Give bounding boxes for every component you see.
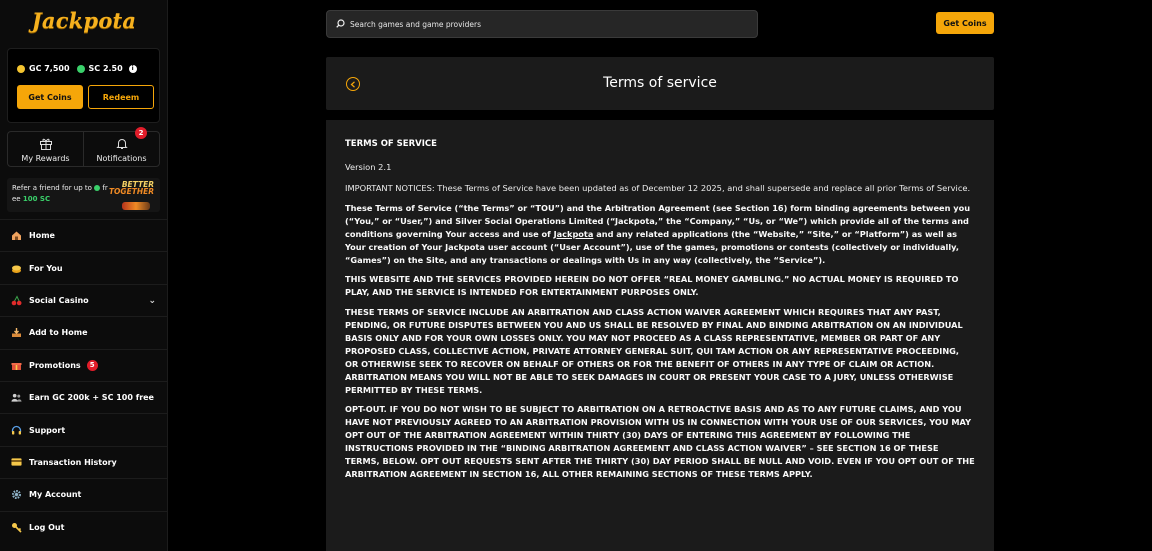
sidebar-item-label: Log Out <box>29 522 65 532</box>
sidebar-item-my-account[interactable]: My Account <box>0 478 167 510</box>
promotions-count-badge: 5 <box>86 359 98 371</box>
refer-text-main: Refer a friend for up to <box>12 184 92 192</box>
doc-notice: IMPORTANT NOTICES: These Terms of Servic… <box>345 183 971 193</box>
home-icon <box>11 230 22 241</box>
sidebar-item-label: For You <box>29 263 63 273</box>
gift-icon <box>11 360 22 371</box>
wallet-card: GC 7,500 SC 2.50 i Get Coins Redeem <box>7 48 160 123</box>
sidebar-item-label: Transaction History <box>29 457 117 467</box>
sidebar-nav: Home For You Social Casino ⌄ Add to Home… <box>0 219 167 543</box>
jackpota-link[interactable]: Jackpota <box>554 229 594 239</box>
sidebar-item-home[interactable]: Home <box>0 219 167 251</box>
sidebar: Jackpota GC 7,500 SC 2.50 i Get Coins Re… <box>0 0 168 551</box>
doc-paragraph-3: THESE TERMS OF SERVICE INCLUDE AN ARBITR… <box>345 306 963 395</box>
gold-coin-icon <box>17 64 25 73</box>
search-input[interactable]: Search games and game providers <box>326 10 758 38</box>
doc-paragraph-4: OPT-OUT. IF YOU DO NOT WISH TO BE SUBJEC… <box>345 404 975 479</box>
redeem-button[interactable]: Redeem <box>88 85 154 109</box>
bell-icon <box>115 137 128 152</box>
sidebar-item-transaction-history[interactable]: Transaction History <box>0 445 167 478</box>
sidebar-item-label: Earn GC 200k + SC 100 free <box>29 393 154 403</box>
topbar-get-coins-button[interactable]: Get Coins <box>936 12 994 34</box>
quick-actions: My Rewards 2 Notifications <box>7 127 160 167</box>
brand-logo[interactable]: Jackpota <box>0 8 167 33</box>
sidebar-item-label: Home <box>29 231 55 241</box>
better-together-logo: BETTER TOGETHER <box>108 181 154 196</box>
users-icon <box>11 392 22 403</box>
notifications-button[interactable]: 2 Notifications <box>83 127 159 166</box>
brand-line2: TOGETHER <box>108 187 154 196</box>
sidebar-item-log-out[interactable]: Log Out <box>0 510 167 543</box>
sidebar-item-social-casino[interactable]: Social Casino ⌄ <box>0 283 167 316</box>
page-header: Terms of service <box>326 57 994 110</box>
sidebar-item-label: My Account <box>29 490 82 500</box>
app-root: Jackpota GC 7,500 SC 2.50 i Get Coins Re… <box>0 0 1152 551</box>
search-placeholder: Search games and game providers <box>350 19 482 29</box>
refer-text: Refer a friend for up to free 100 SC <box>12 183 108 205</box>
my-rewards-label: My Rewards <box>21 154 70 163</box>
doc-version: Version 2.1 <box>345 162 392 172</box>
sidebar-item-label: Support <box>29 425 66 435</box>
notifications-label: Notifications <box>96 154 147 163</box>
doc-heading: TERMS OF SERVICE <box>345 139 437 149</box>
refer-banner[interactable]: Refer a friend for up to free 100 SC BET… <box>7 178 160 212</box>
get-coins-button[interactable]: Get Coins <box>17 85 83 109</box>
sidebar-item-label: Add to Home <box>29 328 88 338</box>
coin-stack-icon <box>11 263 22 274</box>
key-icon <box>11 522 22 533</box>
chevron-down-icon[interactable]: ⌄ <box>148 296 156 306</box>
sidebar-item-label: Promotions <box>29 360 81 370</box>
sweeps-coin-icon <box>94 185 101 191</box>
notification-count-badge: 2 <box>135 127 147 139</box>
download-icon <box>11 327 22 338</box>
terms-document: TERMS OF SERVICE Version 2.1 IMPORTANT N… <box>326 120 994 551</box>
doc-paragraph-2: THIS WEBSITE AND THE SERVICES PROVIDED H… <box>345 274 959 297</box>
gear-icon <box>11 489 22 500</box>
my-rewards-button[interactable]: My Rewards <box>8 132 83 166</box>
refer-amount: 100 SC <box>22 195 51 203</box>
sweeps-coin-icon <box>76 64 85 73</box>
gc-balance: GC 7,500 <box>29 64 70 73</box>
gift-icon <box>39 137 53 152</box>
sidebar-item-add-to-home[interactable]: Add to Home <box>0 316 167 348</box>
search-icon <box>336 18 345 30</box>
card-icon <box>11 457 22 468</box>
cherry-icon <box>11 295 22 306</box>
sidebar-item-support[interactable]: Support <box>0 413 167 445</box>
balances: GC 7,500 SC 2.50 i <box>17 64 137 73</box>
refer-art <box>122 202 150 210</box>
info-icon[interactable]: i <box>128 64 137 73</box>
sidebar-item-promotions[interactable]: Promotions 5 <box>0 348 167 381</box>
sidebar-item-earn[interactable]: Earn GC 200k + SC 100 free <box>0 380 167 413</box>
sidebar-item-label: Social Casino <box>29 295 89 305</box>
headset-icon <box>11 425 22 436</box>
page-title: Terms of service <box>603 75 717 91</box>
sidebar-item-for-you[interactable]: For You <box>0 251 167 283</box>
doc-paragraph-1: These Terms of Service (“the Terms” or “… <box>345 202 975 267</box>
sc-balance: SC 2.50 <box>88 64 123 73</box>
